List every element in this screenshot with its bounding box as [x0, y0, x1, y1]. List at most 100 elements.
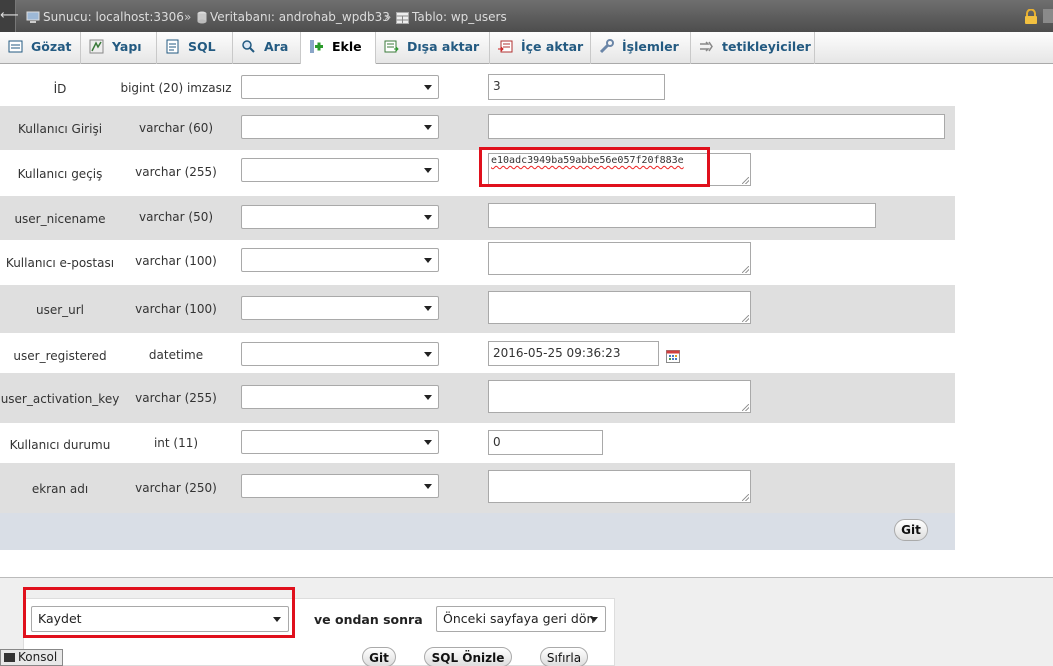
- breadcrumb: ⟵ Sunucu: localhost:3306 » Veritabanı: a…: [0, 0, 1053, 32]
- value-input[interactable]: 3: [488, 74, 665, 100]
- tab-triggers-label[interactable]: tetikleyiciler: [722, 39, 811, 54]
- chevron-down-icon: [424, 306, 432, 311]
- field-type: bigint (20) imzasız: [120, 81, 232, 95]
- field-name: Kullanıcı Girişi: [17, 122, 103, 136]
- field-type: varchar (255): [135, 391, 217, 405]
- console-label: Konsol: [18, 650, 58, 664]
- value-input[interactable]: [488, 203, 876, 228]
- value-textarea[interactable]: [488, 470, 751, 503]
- after-insert-select-value: Önceki sayfaya geri dön: [443, 611, 595, 626]
- chevron-down-icon: [424, 168, 432, 173]
- breadcrumb-separator: »: [184, 10, 192, 24]
- field-type: int (11): [153, 436, 199, 450]
- value-textarea[interactable]: [488, 291, 751, 324]
- lock-icon[interactable]: [1024, 9, 1038, 24]
- function-select[interactable]: [241, 296, 439, 320]
- field-name: Kullanıcı durumu: [9, 438, 111, 452]
- breadcrumb-server-label[interactable]: Sunucu: localhost:3306: [43, 10, 184, 24]
- tab-browse[interactable]: Gözat: [0, 32, 81, 64]
- breadcrumb-table-label[interactable]: Tablo: wp_users: [412, 10, 507, 24]
- tab-bar: Gözat Yapı SQL Ara Ekle Dışa aktar İçe a…: [0, 32, 1053, 64]
- table-row: ekran adı varchar (250): [0, 463, 955, 513]
- datetime-input[interactable]: 2016-05-25 09:36:23: [488, 341, 659, 366]
- tab-triggers[interactable]: tetikleyiciler: [691, 32, 815, 64]
- field-type: varchar (100): [135, 302, 217, 316]
- function-select[interactable]: [241, 75, 439, 99]
- tab-browse-label[interactable]: Gözat: [31, 39, 72, 54]
- triggers-icon: [700, 41, 713, 52]
- tab-sql-label[interactable]: SQL: [188, 39, 216, 54]
- tab-import[interactable]: İçe aktar: [490, 32, 591, 64]
- function-select[interactable]: [241, 115, 439, 139]
- go-button[interactable]: Git: [894, 519, 928, 541]
- tab-insert-label[interactable]: Ekle: [332, 39, 362, 54]
- table-row: user_registered datetime 2016-05-25 09:3…: [0, 333, 955, 373]
- action-select[interactable]: Kaydet: [31, 606, 289, 632]
- value-textarea[interactable]: e10adc3949ba59abbe56e057f20f883e: [488, 153, 751, 186]
- field-type: varchar (250): [135, 481, 217, 495]
- field-type: varchar (60): [138, 121, 214, 135]
- function-select[interactable]: [241, 385, 439, 409]
- tab-export[interactable]: Dışa aktar: [376, 32, 490, 64]
- sql-preview-button[interactable]: SQL Önizle: [424, 647, 512, 666]
- table-row: Kullanıcı Girişi varchar (60): [0, 106, 955, 150]
- field-type: varchar (255): [135, 165, 217, 179]
- chevron-down-icon: [424, 395, 432, 400]
- chevron-down-icon: [424, 258, 432, 263]
- insert-icon: [310, 40, 323, 53]
- field-type: varchar (100): [135, 254, 217, 268]
- field-type: varchar (50): [138, 210, 214, 224]
- breadcrumb-database-label[interactable]: Veritabanı: androhab_wpdb33: [210, 10, 390, 24]
- field-name: user_registered: [13, 349, 107, 363]
- chevron-down-icon: [424, 85, 432, 90]
- tab-structure-label[interactable]: Yapı: [112, 39, 142, 54]
- value-textarea[interactable]: [488, 242, 751, 275]
- tab-search[interactable]: Ara: [233, 32, 301, 64]
- table-row: user_url varchar (100): [0, 285, 955, 333]
- breadcrumb-database[interactable]: Veritabanı: androhab_wpdb33: [197, 9, 390, 25]
- value-text: e10adc3949ba59abbe56e057f20f883e: [491, 155, 684, 166]
- breadcrumb-table[interactable]: Tablo: wp_users: [396, 9, 507, 25]
- table-row: Kullanıcı geçiş varchar (255) e10adc3949…: [0, 150, 955, 196]
- value-input[interactable]: 0: [488, 430, 603, 455]
- reset-button[interactable]: Sıfırla: [540, 647, 588, 666]
- function-select[interactable]: [241, 158, 439, 182]
- insert-form: İD bigint (20) imzasız 3 Kullanıcı Giriş…: [0, 64, 956, 550]
- chevron-down-icon: [273, 617, 281, 622]
- settings-menu-icon[interactable]: [1043, 9, 1053, 23]
- tab-operations[interactable]: İşlemler: [591, 32, 691, 64]
- value-textarea[interactable]: [488, 380, 751, 413]
- chevron-down-icon: [424, 352, 432, 357]
- tab-search-label[interactable]: Ara: [264, 39, 288, 54]
- tab-insert[interactable]: Ekle: [301, 32, 376, 64]
- table-icon: [396, 12, 409, 24]
- after-insert-select[interactable]: Önceki sayfaya geri dön: [436, 606, 606, 632]
- function-select[interactable]: [241, 430, 439, 454]
- field-name: İD: [53, 82, 67, 96]
- go-button[interactable]: Git: [362, 647, 396, 666]
- breadcrumb-server[interactable]: Sunucu: localhost:3306: [26, 9, 184, 25]
- tab-structure[interactable]: Yapı: [81, 32, 157, 64]
- breadcrumb-separator: »: [384, 10, 392, 24]
- server-icon: [26, 11, 40, 23]
- table-row: user_nicename varchar (50): [0, 196, 955, 240]
- chevron-down-icon: [424, 484, 432, 489]
- function-select[interactable]: [241, 342, 439, 366]
- table-row: İD bigint (20) imzasız 3: [0, 64, 955, 106]
- console-icon: [4, 653, 15, 662]
- value-input[interactable]: [488, 114, 945, 139]
- function-select[interactable]: [241, 474, 439, 498]
- table-row: Kullanıcı durumu int (11) 0: [0, 423, 955, 463]
- function-select[interactable]: [241, 205, 439, 229]
- chevron-down-icon: [424, 215, 432, 220]
- tab-sql[interactable]: SQL: [157, 32, 233, 64]
- tab-import-label[interactable]: İçe aktar: [521, 39, 583, 54]
- tab-operations-label[interactable]: İşlemler: [622, 39, 679, 54]
- tab-export-label[interactable]: Dışa aktar: [407, 39, 479, 54]
- calendar-icon[interactable]: [666, 350, 680, 363]
- collapse-nav-button[interactable]: ⟵: [0, 0, 19, 32]
- console-toggle[interactable]: Konsol: [0, 649, 63, 666]
- chevron-down-icon: [424, 125, 432, 130]
- import-icon: [498, 40, 513, 53]
- function-select[interactable]: [241, 248, 439, 272]
